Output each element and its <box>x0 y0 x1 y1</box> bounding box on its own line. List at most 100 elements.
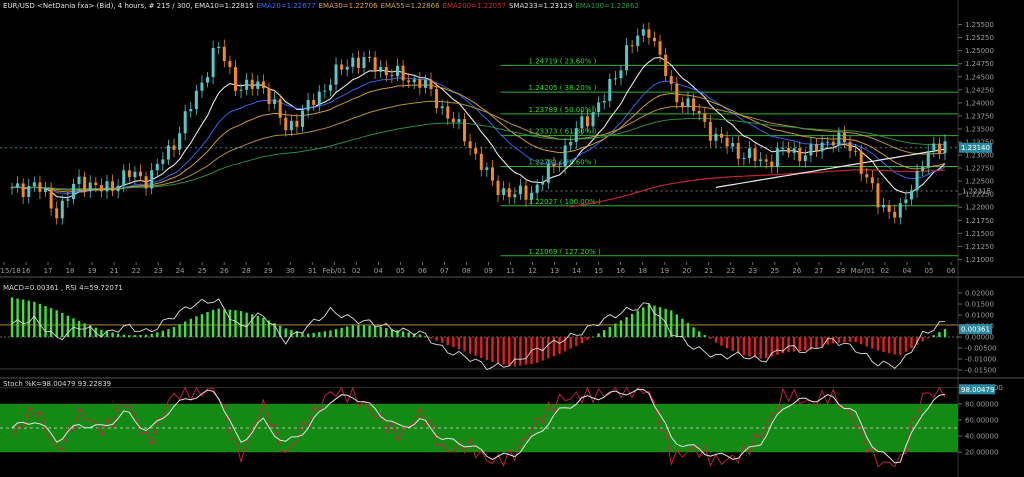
candle-body <box>166 145 170 160</box>
macd-histogram-bar <box>508 337 511 366</box>
macd-histogram-bar <box>407 332 410 338</box>
candle-body <box>848 142 852 151</box>
macd-histogram-bar <box>675 314 679 338</box>
macd-pane[interactable]: 0.020000.015000.010000.005000.00000-0.00… <box>0 290 1024 379</box>
candle-body <box>401 65 405 81</box>
macd-histogram-bar <box>893 337 896 355</box>
candle-body <box>496 180 500 195</box>
candle-body <box>697 110 701 114</box>
candle-body <box>60 200 64 219</box>
candle-body <box>591 112 595 127</box>
candle-body <box>736 143 740 159</box>
x-tick-label: 06 <box>418 267 427 275</box>
macd-y-tick-label: 0.01500 <box>965 301 994 309</box>
candle-body <box>887 205 891 212</box>
macd-histogram-bar <box>876 337 880 351</box>
y-tick-label: 1.21000 <box>965 256 994 264</box>
candle-body <box>189 108 193 112</box>
candle-body <box>641 29 645 36</box>
candle-body <box>16 183 20 188</box>
macd-histogram-bar <box>440 337 444 343</box>
x-tick-label: 20 <box>682 267 691 275</box>
candle-body <box>619 70 623 79</box>
candle-body <box>105 181 109 192</box>
x-tick-label: 16 <box>22 267 31 275</box>
macd-histogram-bar <box>647 304 651 338</box>
chart-title: EUR/USD <NetDania fxa> (Bid), 4 hours, #… <box>3 2 254 10</box>
candle-body <box>664 54 668 76</box>
macd-histogram-bar <box>519 337 522 366</box>
candle-body <box>842 132 846 143</box>
x-tick-label: 09 <box>484 267 493 275</box>
macd-histogram-bar <box>927 337 930 339</box>
candle-body <box>714 133 718 141</box>
x-tick-label: 21 <box>110 267 119 275</box>
macd-histogram-bar <box>27 300 30 338</box>
macd-histogram-bar <box>33 301 36 338</box>
x-tick-label: 14 <box>572 267 581 275</box>
x-tick-label: 22 <box>726 267 735 275</box>
macd-histogram-bar <box>714 337 718 343</box>
candle-body <box>178 133 182 150</box>
macd-histogram-bar <box>541 337 544 361</box>
candle-body <box>882 205 886 208</box>
candle-body <box>138 171 142 177</box>
candle-body <box>530 192 534 200</box>
x-tick-label: 06 <box>947 267 956 275</box>
macd-histogram-bar <box>787 337 790 353</box>
candle-body <box>859 151 863 175</box>
candle-body <box>932 143 936 152</box>
macd-histogram-bar <box>44 306 47 338</box>
macd-histogram-bar <box>211 309 215 338</box>
candle-body <box>161 159 165 164</box>
macd-histogram-bar <box>195 316 198 338</box>
candle-body <box>675 83 679 103</box>
candle-body <box>83 176 87 192</box>
y-tick-label: 1.22750 <box>965 165 994 173</box>
candle-body <box>926 151 930 167</box>
candle-body <box>10 187 14 189</box>
x-tick-label: 26 <box>792 267 801 275</box>
candle-body <box>457 119 461 123</box>
macd-histogram-bar <box>16 298 19 338</box>
macd-histogram-bar <box>725 337 729 349</box>
y-tick-label: 1.23000 <box>965 152 994 160</box>
macd-histogram-bar <box>312 332 315 338</box>
candle-body <box>451 118 455 123</box>
macd-histogram-bar <box>524 337 528 365</box>
stochastic-pane[interactable]: 100.0000080.0000060.0000040.0000020.0000… <box>0 384 1003 468</box>
chart-canvas[interactable]: 1.25500 1.25250 1.25000 1.24750 1.24500 1.242… <box>0 0 1024 477</box>
candle-body <box>781 147 785 149</box>
stoch-y-tick-label: 40.00000 <box>965 433 998 441</box>
candle-body <box>278 99 282 118</box>
candle-body <box>474 148 478 154</box>
candle-body <box>541 182 545 185</box>
macd-histogram-bar <box>55 310 58 338</box>
macd-histogram-bar <box>703 335 706 338</box>
fib-level-label: 1.21069 ( 127.20% ) <box>529 248 601 256</box>
y-tick-label: 1.25000 <box>965 47 994 55</box>
candle-body <box>183 111 187 134</box>
x-tick-label: Feb/01 <box>323 267 347 275</box>
candle-body <box>306 99 310 111</box>
candle-body <box>597 102 601 113</box>
macd-histogram-bar <box>921 337 924 342</box>
candle-body <box>423 79 427 88</box>
candle-body <box>625 45 629 71</box>
candle-body <box>116 185 120 192</box>
candle-body <box>703 113 707 122</box>
macd-histogram-bar <box>385 328 388 338</box>
macd-histogram-bar <box>776 337 779 355</box>
candle-body <box>479 153 483 170</box>
candle-body <box>775 148 779 168</box>
macd-histogram-bar <box>586 337 589 340</box>
macd-histogram-bar <box>474 337 477 356</box>
macd-histogram-bar <box>636 310 639 338</box>
macd-histogram-bar <box>938 332 941 338</box>
macd-histogram-bar <box>899 337 902 356</box>
candle-body <box>356 57 360 69</box>
candle-body <box>647 29 651 38</box>
macd-histogram-bar <box>535 337 539 363</box>
candle-body <box>602 100 606 103</box>
macd-histogram-bar <box>720 337 723 346</box>
